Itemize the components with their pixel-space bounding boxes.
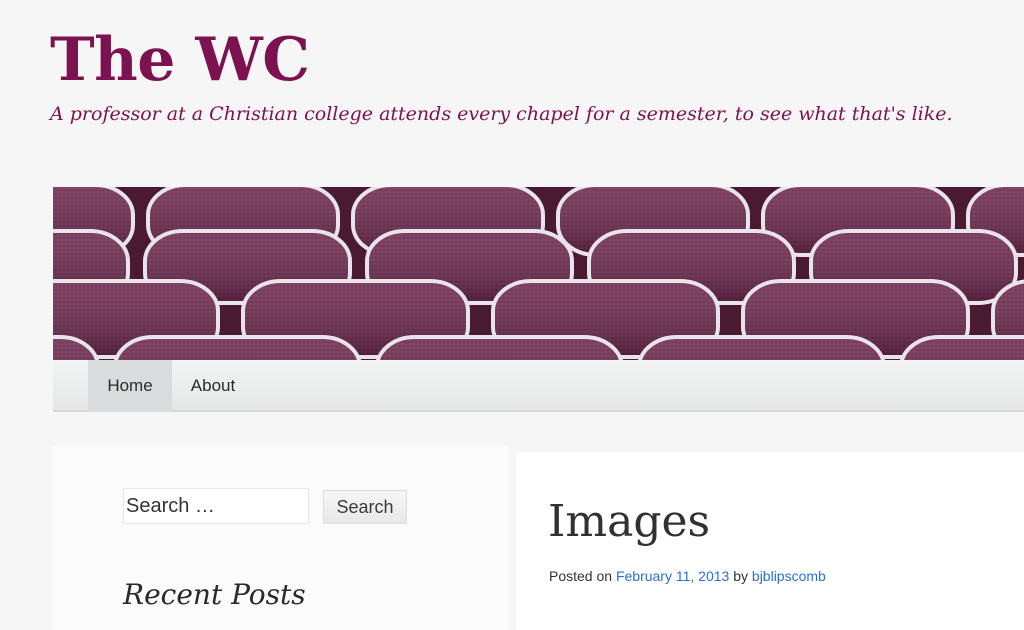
post-title[interactable]: Images <box>548 494 710 550</box>
search-input[interactable] <box>123 488 309 524</box>
post-date-link[interactable]: February 11, 2013 <box>616 568 729 584</box>
page: The WC A professor at a Christian colleg… <box>0 0 1024 630</box>
sidebar: Search Recent Posts <box>53 446 508 630</box>
post-author-link[interactable]: bjblipscomb <box>752 568 826 584</box>
nav-item-about[interactable]: About <box>177 360 249 412</box>
auditorium-seats-image <box>53 187 1024 360</box>
header-image <box>53 187 1024 360</box>
nav-item-home[interactable]: Home <box>88 360 172 412</box>
site-tagline: A professor at a Christian college atten… <box>50 103 953 125</box>
recent-posts-heading: Recent Posts <box>123 578 306 611</box>
post-meta: Posted on February 11, 2013 by bjblipsco… <box>549 568 826 584</box>
site-title[interactable]: The WC <box>50 24 310 96</box>
main-content: Images Posted on February 11, 2013 by bj… <box>516 452 1024 630</box>
posted-on-label: Posted on <box>549 568 613 584</box>
main-navigation: Home About <box>53 360 1024 412</box>
by-label: by <box>733 568 749 584</box>
search-button[interactable]: Search <box>323 490 407 524</box>
